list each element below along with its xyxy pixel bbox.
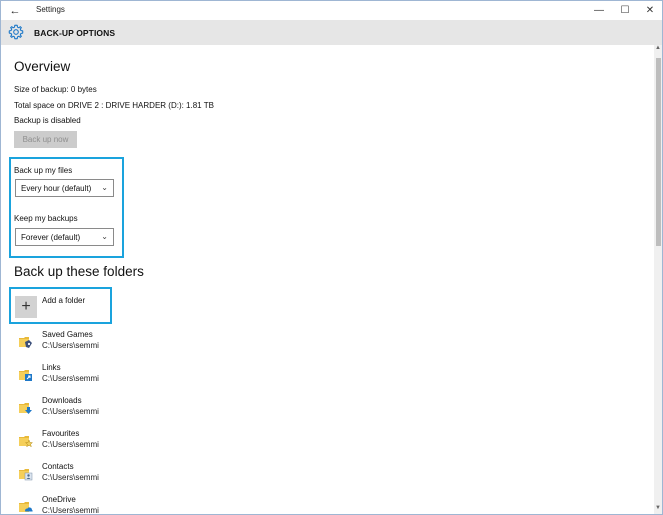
page-header: BACK-UP OPTIONS <box>1 20 662 45</box>
maximize-icon[interactable]: ☐ <box>612 1 638 20</box>
scroll-up-icon[interactable]: ▲ <box>654 45 662 54</box>
folder-name: Contacts <box>42 462 74 471</box>
title-bar: ← Settings — ☐ ✕ <box>1 1 662 20</box>
list-item[interactable]: Favourites C:\Users\semmi <box>18 429 268 455</box>
overview-heading: Overview <box>14 59 71 74</box>
scroll-thumb[interactable] <box>656 58 661 246</box>
backup-files-label: Back up my files <box>14 166 73 175</box>
downloads-folder-icon <box>19 403 32 414</box>
folder-path: C:\Users\semmi <box>42 506 99 515</box>
backup-now-button[interactable]: Back up now <box>14 131 77 148</box>
scroll-down-icon[interactable]: ▼ <box>654 505 662 514</box>
keep-backups-dropdown[interactable]: Forever (default) ⌄ <box>15 228 114 246</box>
saved-games-folder-icon <box>19 337 32 348</box>
add-folder-button[interactable]: + <box>15 296 37 318</box>
window-title: Settings <box>36 5 65 14</box>
list-item[interactable]: Contacts C:\Users\semmi <box>18 462 268 488</box>
folders-heading: Back up these folders <box>14 264 144 279</box>
backup-status-text: Backup is disabled <box>14 116 81 125</box>
contacts-folder-icon <box>19 469 33 481</box>
list-item[interactable]: Links C:\Users\semmi <box>18 363 268 389</box>
folder-name: Saved Games <box>42 330 93 339</box>
folder-name: OneDrive <box>42 495 76 504</box>
folder-name: Downloads <box>42 396 82 405</box>
folder-name: Favourites <box>42 429 80 438</box>
backup-frequency-value: Every hour (default) <box>21 183 92 193</box>
gear-icon <box>8 24 24 40</box>
favourites-folder-icon <box>19 436 34 448</box>
settings-window: ← Settings — ☐ ✕ BACK-UP OPTIONS Overvie… <box>0 0 663 515</box>
total-space-text: Total space on DRIVE 2 : DRIVE HARDER (D… <box>14 101 214 110</box>
add-folder-label[interactable]: Add a folder <box>42 296 85 305</box>
folder-path: C:\Users\semmi <box>42 341 99 350</box>
keep-backups-label: Keep my backups <box>14 214 78 223</box>
folder-path: C:\Users\semmi <box>42 374 99 383</box>
folder-path: C:\Users\semmi <box>42 440 99 449</box>
onedrive-folder-icon <box>19 502 33 512</box>
chevron-down-icon: ⌄ <box>101 183 108 192</box>
folder-path: C:\Users\semmi <box>42 407 99 416</box>
list-item[interactable]: Downloads C:\Users\semmi <box>18 396 268 422</box>
folder-name: Links <box>42 363 61 372</box>
backup-size-text: Size of backup: 0 bytes <box>14 85 97 94</box>
back-arrow-icon[interactable]: ← <box>4 2 26 19</box>
backup-frequency-dropdown[interactable]: Every hour (default) ⌄ <box>15 179 114 197</box>
vertical-scrollbar[interactable]: ▲ ▼ <box>654 45 662 514</box>
plus-icon: + <box>21 298 31 315</box>
keep-backups-value: Forever (default) <box>21 232 81 242</box>
page-title: BACK-UP OPTIONS <box>34 28 116 38</box>
minimize-icon[interactable]: — <box>586 1 612 20</box>
content-area: Overview Size of backup: 0 bytes Total s… <box>1 45 654 514</box>
folder-path: C:\Users\semmi <box>42 473 99 482</box>
list-item[interactable]: OneDrive C:\Users\semmi <box>18 495 268 515</box>
close-icon[interactable]: ✕ <box>637 1 662 20</box>
links-folder-icon <box>19 370 32 381</box>
chevron-down-icon: ⌄ <box>101 232 108 241</box>
list-item[interactable]: Saved Games C:\Users\semmi <box>18 330 268 356</box>
